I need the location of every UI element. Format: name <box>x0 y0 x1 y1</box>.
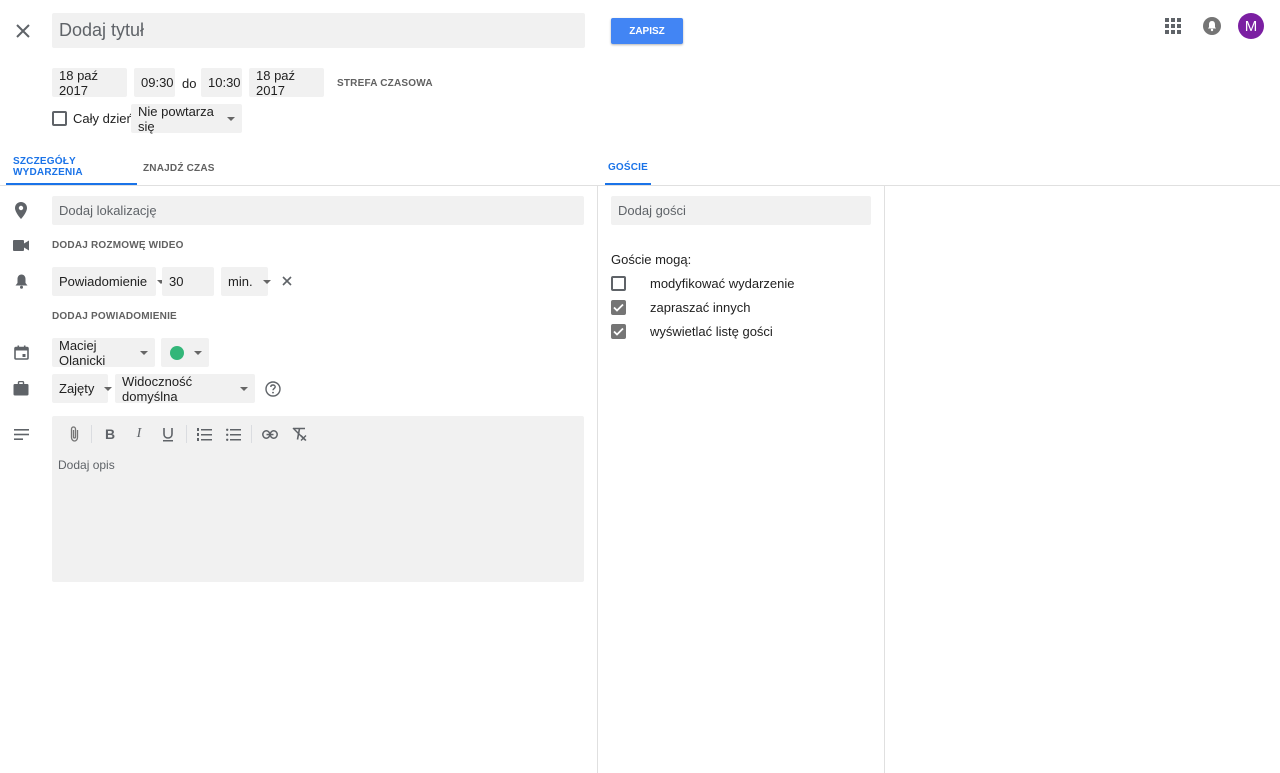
notification-type-select[interactable]: Powiadomienie <box>52 267 166 296</box>
chevron-down-icon <box>262 279 271 284</box>
close-icon[interactable] <box>12 20 34 42</box>
all-day-label: Cały dzień <box>73 111 134 126</box>
toolbar-separator <box>186 425 187 443</box>
attachment-icon[interactable] <box>66 425 82 443</box>
permission-invite-label: zapraszać innych <box>650 300 751 315</box>
guest-permissions-title: Goście mogą: <box>611 252 692 267</box>
video-camera-icon <box>12 236 30 254</box>
calendar-owner-value: Maciej Olanicki <box>59 337 106 368</box>
event-color-swatch <box>170 345 184 360</box>
add-guests-input[interactable]: Dodaj gości <box>611 196 871 225</box>
add-video-call-button[interactable]: DODAJ ROZMOWĘ WIDEO <box>52 240 184 251</box>
clear-formatting-icon[interactable] <box>290 425 308 443</box>
permission-modify-checkbox[interactable] <box>611 276 626 291</box>
notification-amount-input[interactable]: 30 <box>162 267 214 296</box>
tab-find-time[interactable]: ZNAJDŹ CZAS <box>143 151 215 185</box>
description-placeholder: Dodaj opis <box>58 458 115 472</box>
bell-icon <box>12 272 30 290</box>
permission-modify-label: modyfikować wydarzenie <box>650 276 795 291</box>
notification-type-value: Powiadomienie <box>59 274 148 289</box>
chevron-down-icon <box>240 386 248 391</box>
all-day-checkbox[interactable] <box>52 111 67 126</box>
toolbar-separator <box>251 425 252 443</box>
repeat-value: Nie powtarza się <box>138 103 214 134</box>
save-label: ZAPISZ <box>629 25 665 37</box>
remove-notification-icon[interactable] <box>280 274 294 288</box>
location-pin-icon <box>12 200 30 220</box>
timezone-button[interactable]: STREFA CZASOWA <box>337 78 433 89</box>
underline-icon[interactable] <box>160 425 176 443</box>
toolbar-separator <box>91 425 92 443</box>
notifications-icon[interactable] <box>1201 15 1223 37</box>
end-date-field[interactable]: 18 paź 2017 <box>249 67 324 98</box>
apps-grid-icon[interactable] <box>1162 15 1184 37</box>
chevron-down-icon <box>140 350 148 355</box>
tab-guests-label: GOŚCIE <box>607 161 649 173</box>
tab-event-details-label: SZCZEGÓŁY WYDARZENIA <box>13 156 83 178</box>
tab-find-time-label: ZNAJDŹ CZAS <box>143 162 215 174</box>
column-divider-left <box>597 186 598 773</box>
chevron-down-icon <box>104 386 113 391</box>
link-icon[interactable] <box>261 425 279 443</box>
start-time-value: 09:30 <box>141 75 174 90</box>
permission-see-list-label: wyświetlać listę gości <box>650 324 773 339</box>
start-date-field[interactable]: 18 paź 2017 <box>52 67 127 98</box>
avatar-letter: M <box>1244 17 1258 35</box>
permission-see-list-checkbox[interactable] <box>611 324 626 339</box>
location-placeholder: Dodaj lokalizację <box>59 203 157 218</box>
notification-unit-value: min. <box>228 274 253 289</box>
tab-guests[interactable]: GOŚCIE <box>605 151 651 185</box>
tabs-divider <box>0 185 1280 186</box>
notes-icon <box>12 425 30 443</box>
save-button[interactable]: ZAPISZ <box>611 18 683 44</box>
title-placeholder: Dodaj tytuł <box>59 20 145 40</box>
bulleted-list-icon[interactable] <box>225 425 241 443</box>
busy-status-select[interactable]: Zajęty <box>52 374 113 403</box>
visibility-select[interactable]: Widoczność domyślna <box>115 373 255 404</box>
calendar-owner-select[interactable]: Maciej Olanicki <box>52 337 155 368</box>
title-input[interactable]: Dodaj tytuł <box>52 13 585 48</box>
numbered-list-icon[interactable] <box>196 425 212 443</box>
checkmark-icon <box>613 327 624 336</box>
to-label: do <box>182 76 197 91</box>
notification-unit-select[interactable]: min. <box>221 267 271 296</box>
end-time-field[interactable]: 10:30 <box>201 68 242 97</box>
end-time-value: 10:30 <box>208 75 241 90</box>
add-guests-placeholder: Dodaj gości <box>618 203 686 218</box>
add-notification-button[interactable]: DODAJ POWIADOMIENIE <box>52 311 177 322</box>
bold-icon[interactable]: B <box>102 425 118 443</box>
checkmark-icon <box>613 303 624 312</box>
tab-event-details[interactable]: SZCZEGÓŁY WYDARZENIA <box>6 151 137 185</box>
end-date-value: 18 paź 2017 <box>256 67 296 98</box>
busy-status-value: Zajęty <box>59 381 95 396</box>
chevron-down-icon <box>227 116 235 121</box>
notification-amount-value: 30 <box>169 274 184 289</box>
permission-invite-checkbox[interactable] <box>611 300 626 315</box>
start-time-field[interactable]: 09:30 <box>134 68 175 97</box>
visibility-value: Widoczność domyślna <box>122 373 193 404</box>
start-date-value: 18 paź 2017 <box>59 67 99 98</box>
chevron-down-icon <box>194 350 202 355</box>
repeat-select[interactable]: Nie powtarza się <box>131 103 242 134</box>
help-icon[interactable] <box>264 380 281 397</box>
avatar[interactable]: M <box>1238 13 1264 39</box>
briefcase-icon <box>12 379 30 397</box>
column-divider-right <box>884 186 885 773</box>
event-color-select[interactable] <box>161 338 209 367</box>
description-editor[interactable]: B I Dodaj opis <box>52 416 584 582</box>
calendar-icon <box>12 343 30 361</box>
italic-icon[interactable]: I <box>131 425 147 443</box>
location-input[interactable]: Dodaj lokalizację <box>52 196 584 225</box>
